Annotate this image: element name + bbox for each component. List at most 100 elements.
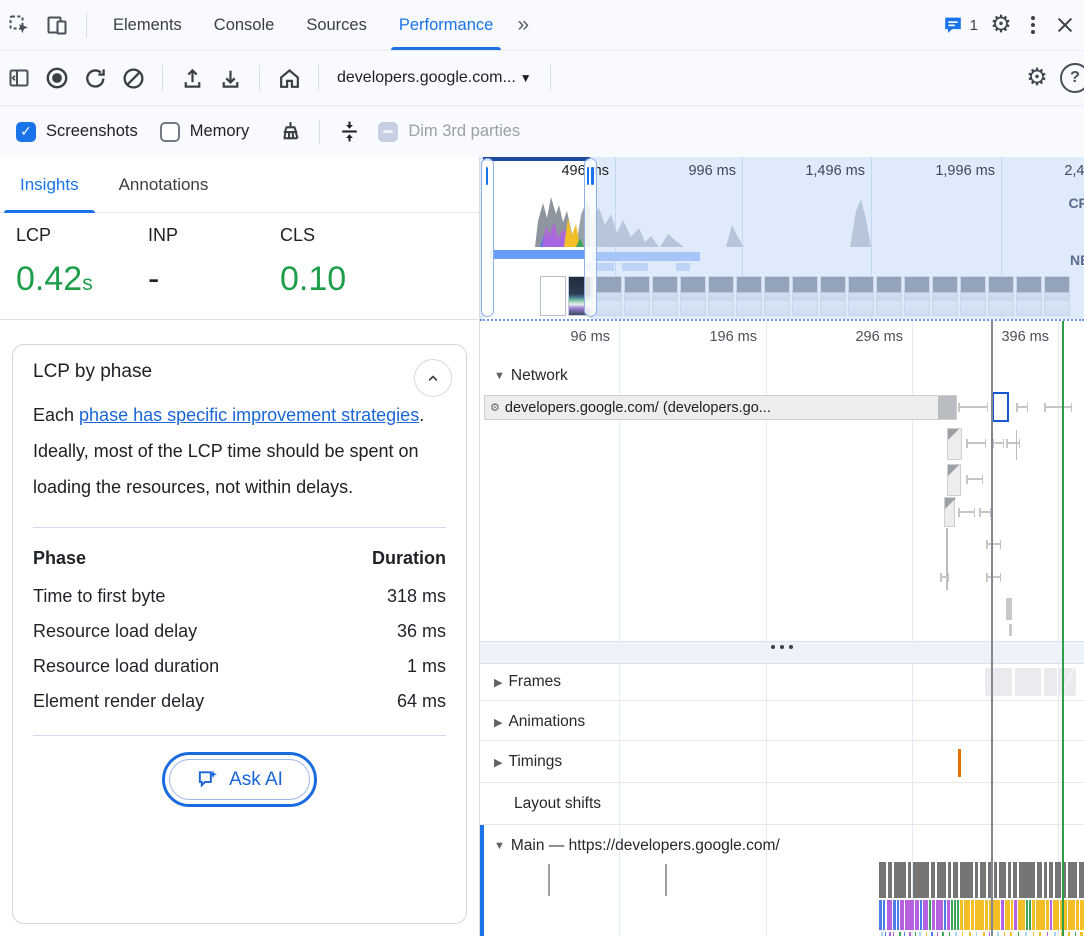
flame-chart-segment[interactable] bbox=[962, 932, 963, 936]
flame-chart-segment[interactable] bbox=[1068, 862, 1077, 898]
device-toolbar-icon[interactable] bbox=[38, 6, 76, 44]
filmstrip-frame[interactable] bbox=[540, 276, 566, 316]
flame-chart-segment[interactable] bbox=[948, 862, 951, 898]
flame-chart-segment[interactable] bbox=[1068, 900, 1075, 930]
flame-chart-segment[interactable] bbox=[953, 862, 958, 898]
network-request-mark[interactable] bbox=[1006, 598, 1012, 620]
flame-chart-segment[interactable] bbox=[1053, 900, 1059, 930]
network-request-mark[interactable] bbox=[940, 576, 949, 578]
flame-chart-segment[interactable] bbox=[994, 862, 997, 898]
flame-chart-segment[interactable] bbox=[989, 932, 990, 936]
network-request-mark[interactable] bbox=[992, 442, 1004, 444]
flame-chart-segment[interactable] bbox=[1046, 900, 1049, 930]
network-request-mark[interactable] bbox=[986, 576, 1001, 578]
frame-thumbnail[interactable] bbox=[985, 668, 1012, 696]
flame-chart-segment[interactable] bbox=[983, 932, 985, 936]
flame-chart-segment[interactable] bbox=[955, 932, 957, 936]
flame-chart-segment[interactable] bbox=[1004, 932, 1005, 936]
ask-ai-button[interactable]: Ask AI bbox=[169, 759, 310, 800]
flame-chart-segment[interactable] bbox=[954, 900, 956, 930]
flame-chart-segment[interactable] bbox=[980, 862, 986, 898]
screenshots-checkbox[interactable]: ✓ bbox=[16, 122, 36, 142]
network-request-mark[interactable] bbox=[986, 543, 1001, 545]
tab-sources[interactable]: Sources bbox=[290, 0, 383, 50]
flame-chart-segment[interactable] bbox=[949, 932, 950, 936]
flame-chart-segment[interactable] bbox=[1013, 862, 1017, 898]
flame-chart-segment[interactable] bbox=[879, 900, 882, 930]
selected-network-request[interactable] bbox=[992, 392, 1009, 422]
flame-chart-segment[interactable] bbox=[919, 932, 921, 936]
flame-chart-segment[interactable] bbox=[1080, 932, 1083, 936]
flame-chart-segment[interactable] bbox=[931, 862, 935, 898]
flame-chart-segment[interactable] bbox=[894, 862, 906, 898]
flame-chart-segment[interactable] bbox=[1019, 862, 1035, 898]
flame-chart-segment[interactable] bbox=[1018, 900, 1025, 930]
flame-chart-segment[interactable] bbox=[904, 932, 905, 936]
frames-track-header[interactable]: ▶ Frames bbox=[494, 673, 561, 691]
flame-chart-segment[interactable] bbox=[900, 900, 904, 930]
flame-chart-segment[interactable] bbox=[1047, 932, 1048, 936]
flame-chart-segment[interactable] bbox=[975, 862, 978, 898]
flame-chart-segment[interactable] bbox=[1026, 900, 1028, 930]
flame-chart-segment[interactable] bbox=[1011, 900, 1013, 930]
network-request-mark[interactable] bbox=[944, 497, 955, 527]
flame-chart-segment[interactable] bbox=[1018, 932, 1019, 936]
flame-chart-segment[interactable] bbox=[931, 932, 933, 936]
tab-console[interactable]: Console bbox=[198, 0, 291, 50]
flame-chart-segment[interactable] bbox=[1055, 862, 1061, 898]
network-request-mark[interactable] bbox=[979, 511, 991, 513]
flame-chart-segment[interactable] bbox=[1080, 900, 1084, 930]
frame-thumbnail[interactable] bbox=[1015, 668, 1041, 696]
flame-chart-segment[interactable] bbox=[971, 900, 974, 930]
timeline-playhead[interactable] bbox=[991, 321, 993, 936]
timeline-tracks-pane[interactable]: 96 ms196 ms296 ms396 ms ▼ Network ⚙devel… bbox=[480, 321, 1084, 936]
flame-chart-segment[interactable] bbox=[1050, 900, 1052, 930]
flame-chart-segment[interactable] bbox=[899, 932, 901, 936]
flame-chart-segment[interactable] bbox=[1014, 900, 1017, 930]
flame-chart-segment[interactable] bbox=[888, 862, 892, 898]
network-resize-handle[interactable] bbox=[480, 641, 1084, 664]
flame-chart-segment[interactable] bbox=[883, 900, 885, 930]
flame-chart-segment[interactable] bbox=[951, 900, 953, 930]
flame-chart-segment[interactable] bbox=[1005, 900, 1010, 930]
network-request-mark[interactable] bbox=[1016, 430, 1017, 460]
flame-chart-segment[interactable] bbox=[893, 932, 894, 936]
network-request-mark[interactable] bbox=[966, 442, 986, 444]
flame-chart-segment[interactable] bbox=[997, 932, 999, 936]
settings-gear-icon[interactable]: ⚙ bbox=[982, 6, 1020, 44]
flame-chart-segment[interactable] bbox=[969, 932, 971, 936]
tab-elements[interactable]: Elements bbox=[97, 0, 198, 50]
memory-checkbox[interactable] bbox=[160, 122, 180, 142]
flame-chart-segment[interactable] bbox=[913, 862, 929, 898]
flame-chart-segment[interactable] bbox=[1068, 932, 1070, 936]
timeline-overview[interactable]: 496 ms996 ms1,496 ms1,996 ms2,496 ms CPU… bbox=[480, 157, 1084, 321]
flame-chart-segment[interactable] bbox=[1008, 862, 1011, 898]
network-request-mark[interactable] bbox=[1044, 406, 1072, 408]
flame-chart-segment[interactable] bbox=[999, 862, 1006, 898]
network-request-mark[interactable] bbox=[947, 428, 962, 460]
flame-chart-segment[interactable] bbox=[1010, 932, 1012, 936]
flame-chart-segment[interactable] bbox=[1001, 900, 1004, 930]
animations-track-header[interactable]: ▶ Animations bbox=[494, 713, 585, 731]
main-thread-track-header[interactable]: ▼ Main — https://developers.google.com/ bbox=[494, 837, 780, 855]
network-request-mark[interactable] bbox=[958, 406, 988, 408]
home-icon[interactable] bbox=[270, 59, 308, 97]
flame-chart-segment[interactable] bbox=[885, 932, 886, 936]
frame-thumbnail[interactable] bbox=[1044, 668, 1057, 696]
flame-chart-segment[interactable] bbox=[964, 900, 970, 930]
flame-chart-segment[interactable] bbox=[937, 932, 938, 936]
collapse-tracks-icon[interactable] bbox=[330, 113, 368, 151]
flame-chart-segment[interactable] bbox=[1029, 900, 1031, 930]
more-tabs-icon[interactable]: » bbox=[509, 13, 537, 37]
flame-chart-segment[interactable] bbox=[920, 900, 922, 930]
network-request-mark[interactable] bbox=[1016, 406, 1028, 408]
collect-garbage-icon[interactable] bbox=[271, 113, 309, 151]
download-profile-icon[interactable] bbox=[211, 59, 249, 97]
flame-chart-segment[interactable] bbox=[926, 932, 927, 936]
flame-chart-segment[interactable] bbox=[897, 900, 899, 930]
flame-chart-segment[interactable] bbox=[947, 900, 950, 930]
network-request-bar[interactable]: ⚙developers.google.com/ (developers.go..… bbox=[484, 395, 957, 420]
capture-settings-gear-icon[interactable]: ⚙ bbox=[1018, 59, 1056, 97]
flame-chart-segment[interactable] bbox=[1032, 900, 1035, 930]
tab-insights[interactable]: Insights bbox=[0, 157, 99, 212]
